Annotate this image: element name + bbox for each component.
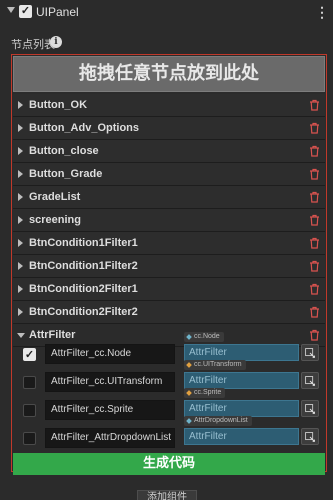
component-checkbox[interactable]: [23, 432, 36, 445]
expand-arrow-icon[interactable]: [18, 216, 23, 224]
add-component-button[interactable]: 添加组件: [137, 490, 197, 500]
delete-icon[interactable]: [309, 145, 320, 157]
delete-icon[interactable]: [309, 306, 320, 318]
list-item-label: BtnCondition1Filter2: [29, 260, 138, 272]
delete-icon[interactable]: [309, 122, 320, 134]
pick-node-icon[interactable]: [301, 344, 319, 361]
list-item-label: BtnCondition2Filter2: [29, 306, 138, 318]
expand-arrow-icon[interactable]: [18, 239, 23, 247]
list-item-label: Button_Grade: [29, 168, 103, 180]
collapse-arrow-icon[interactable]: [7, 7, 15, 13]
node-list: Button_OK Button_Adv_Options Button_clos…: [13, 94, 325, 347]
list-item-label: BtnCondition2Filter1: [29, 283, 138, 295]
component-checkbox[interactable]: [23, 404, 36, 417]
list-item-label: BtnCondition1Filter1: [29, 237, 138, 249]
component-name-field[interactable]: AttrFilter_AttrDropdownList: [45, 428, 175, 448]
list-item-label: GradeList: [29, 191, 81, 203]
node-ref-field[interactable]: AttrFilter: [184, 344, 299, 361]
node-drop-zone[interactable]: 拖拽任意节点放到此处: [13, 56, 325, 92]
delete-icon[interactable]: [309, 260, 320, 272]
delete-icon[interactable]: [309, 214, 320, 226]
component-type-tag: AttrDropdownList: [184, 416, 252, 426]
component-checkbox[interactable]: ✓: [23, 348, 36, 361]
component-type-tag: cc.UITransform: [184, 360, 246, 370]
list-item[interactable]: Button_Grade: [13, 163, 325, 186]
delete-icon[interactable]: [309, 191, 320, 203]
component-type-tag: cc.Sprite: [184, 388, 226, 398]
expand-arrow-icon[interactable]: [18, 262, 23, 270]
node-ref-field[interactable]: AttrFilter: [184, 428, 299, 445]
delete-icon[interactable]: [309, 237, 320, 249]
list-item-label: Button_close: [29, 145, 99, 157]
component-row: AttrFilter_cc.UITransform cc.UITransform…: [13, 360, 325, 397]
component-row: AttrFilter_cc.Sprite cc.Sprite AttrFilte…: [13, 388, 325, 425]
list-item[interactable]: Button_OK: [13, 94, 325, 117]
pick-node-icon[interactable]: [301, 372, 319, 389]
collapse-arrow-icon[interactable]: [17, 333, 25, 338]
list-item[interactable]: GradeList: [13, 186, 325, 209]
expand-arrow-icon[interactable]: [18, 124, 23, 132]
component-row: ✓ AttrFilter_cc.Node cc.Node AttrFilter: [13, 332, 325, 369]
pick-node-icon[interactable]: [301, 400, 319, 417]
component-name-field[interactable]: AttrFilter_cc.Sprite: [45, 400, 175, 420]
delete-icon[interactable]: [309, 99, 320, 111]
more-menu-icon[interactable]: ⋮: [315, 3, 329, 21]
list-item[interactable]: BtnCondition1Filter2: [13, 255, 325, 278]
expand-arrow-icon[interactable]: [18, 101, 23, 109]
expand-arrow-icon[interactable]: [18, 170, 23, 178]
node-ref-field[interactable]: AttrFilter: [184, 400, 299, 417]
expand-arrow-icon[interactable]: [18, 308, 23, 316]
panel-header: ✓ UIPanel ⋮: [0, 0, 333, 24]
pick-node-icon[interactable]: [301, 428, 319, 445]
component-row: AttrFilter_AttrDropdownList AttrDropdown…: [13, 416, 325, 453]
component-name-field[interactable]: AttrFilter_cc.Node: [45, 344, 175, 364]
list-item[interactable]: BtnCondition2Filter1: [13, 278, 325, 301]
delete-icon[interactable]: [309, 329, 320, 341]
delete-icon[interactable]: [309, 283, 320, 295]
component-name-field[interactable]: AttrFilter_cc.UITransform: [45, 372, 175, 392]
component-type-tag: cc.Node: [184, 332, 224, 342]
list-item-label: AttrFilter: [29, 329, 76, 341]
list-item[interactable]: BtnCondition2Filter2: [13, 301, 325, 324]
list-item-label: screening: [29, 214, 81, 226]
list-item[interactable]: Button_Adv_Options: [13, 117, 325, 140]
list-item[interactable]: screening: [13, 209, 325, 232]
list-item-label: Button_Adv_Options: [29, 122, 139, 134]
info-icon[interactable]: i: [50, 36, 62, 48]
node-ref-field[interactable]: AttrFilter: [184, 372, 299, 389]
node-list-label: 节点列表: [11, 39, 55, 51]
delete-icon[interactable]: [309, 168, 320, 180]
list-item[interactable]: Button_close: [13, 140, 325, 163]
list-item[interactable]: BtnCondition1Filter1: [13, 232, 325, 255]
enable-checkbox[interactable]: ✓: [19, 5, 32, 18]
generate-code-button[interactable]: 生成代码: [13, 453, 325, 475]
list-item-label: Button_OK: [29, 99, 88, 111]
component-title: UIPanel: [36, 5, 79, 19]
expand-arrow-icon[interactable]: [18, 147, 23, 155]
component-checkbox[interactable]: [23, 376, 36, 389]
expand-arrow-icon[interactable]: [18, 193, 23, 201]
expand-arrow-icon[interactable]: [18, 285, 23, 293]
